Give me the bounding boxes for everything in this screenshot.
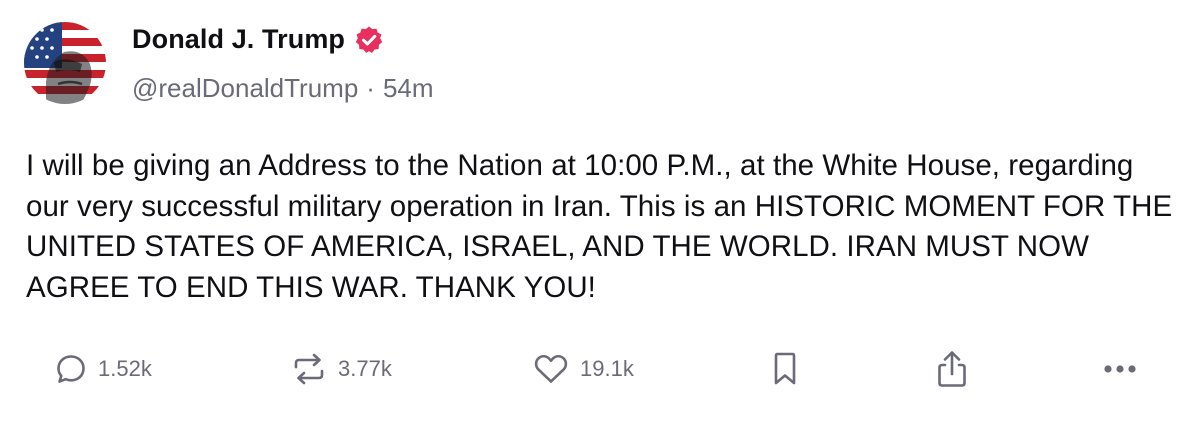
avatar[interactable] [24,22,106,104]
reply-icon [57,355,85,383]
bookmark-icon [774,352,796,385]
author-display-name[interactable]: Donald J. Trump [132,24,345,55]
more-options-button[interactable] [1102,345,1138,393]
bookmark-button[interactable] [770,345,800,393]
author-handle[interactable]: @realDonaldTrump [132,73,358,104]
share-button[interactable] [934,345,970,393]
post-timestamp[interactable]: 54m [383,73,434,104]
reply-count: 1.52k [98,356,152,381]
author-name-row: Donald J. Trump [132,24,384,55]
like-button[interactable]: 19.1k [532,345,634,393]
post-actions-bar: 1.52k 3.77k 19.1k [0,345,1190,393]
post-body-text: I will be giving an Address to the Natio… [26,149,1173,304]
meta-separator: · [366,73,375,103]
avatar-image [24,22,106,104]
heart-icon [534,354,568,383]
verified-badge-icon [354,25,384,55]
like-count: 19.1k [580,356,634,381]
reply-button[interactable]: 1.52k [54,345,152,393]
more-icon [1104,365,1136,373]
retruth-button[interactable]: 3.77k [290,345,392,393]
post-card: Donald J. Trump @realDonaldTrump · 54m I… [0,0,1190,428]
share-icon [938,351,966,387]
retruth-count: 3.77k [338,356,392,381]
retruth-icon [294,353,324,385]
author-meta-row: @realDonaldTrump · 54m [132,73,434,104]
